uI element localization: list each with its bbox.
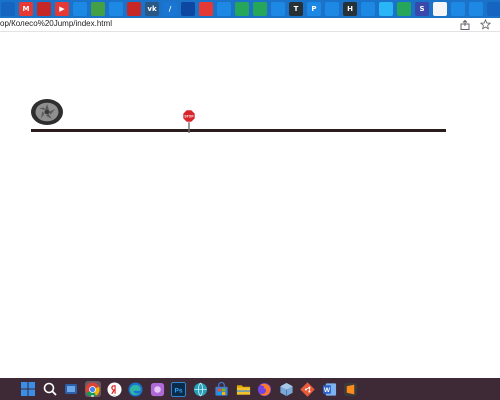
link-icon[interactable] (73, 2, 87, 16)
ground-line (31, 129, 446, 132)
chat-icon[interactable] (109, 2, 123, 16)
mail-icon[interactable]: M (19, 2, 33, 16)
sublime-icon[interactable] (343, 381, 359, 397)
red-icon[interactable] (127, 2, 141, 16)
h-icon[interactable]: H (343, 2, 357, 16)
purple-app-icon[interactable] (149, 381, 165, 397)
game-canvas[interactable]: STOP (0, 33, 500, 378)
chat-icon[interactable] (325, 2, 339, 16)
git-icon[interactable] (300, 381, 316, 397)
virtualbox-icon[interactable] (278, 381, 294, 397)
chrome-icon[interactable] (84, 381, 101, 397)
globe-app-icon[interactable] (192, 381, 208, 397)
search-icon[interactable] (42, 381, 58, 397)
store-icon[interactable] (214, 381, 230, 397)
vk-icon[interactable]: vk (145, 2, 159, 16)
svg-text:W: W (323, 387, 330, 394)
photoshop-icon[interactable]: Ps (171, 381, 187, 397)
share-icon[interactable] (460, 20, 470, 30)
text-icon[interactable]: T (289, 2, 303, 16)
settings-icon[interactable] (1, 2, 15, 16)
chat-icon[interactable] (271, 2, 285, 16)
screen: M ▶ vk / T P H S op/Колесо%20Jump/index.html (0, 0, 500, 400)
firefox-icon[interactable] (257, 381, 273, 397)
green-box-icon[interactable] (235, 2, 249, 16)
grid-icon[interactable] (487, 2, 500, 16)
globe-icon[interactable] (397, 2, 411, 16)
code-icon[interactable]: / (163, 2, 177, 16)
running-indicator (91, 395, 94, 397)
stop-sign-text: STOP (184, 115, 194, 119)
running-indicator (112, 395, 116, 397)
diamond-icon[interactable] (199, 2, 213, 16)
file-explorer-icon[interactable] (235, 381, 251, 397)
chat-icon[interactable] (217, 2, 231, 16)
earth-icon[interactable] (181, 2, 195, 16)
bookmarks-bar: M ▶ vk / T P H S (0, 0, 500, 18)
edge-icon[interactable] (128, 381, 144, 397)
chat-icon[interactable] (451, 2, 465, 16)
wheel-icon (31, 99, 63, 125)
circle-icon[interactable] (37, 2, 51, 16)
mail-icon[interactable] (433, 2, 447, 16)
green-icon[interactable] (91, 2, 105, 16)
word-icon[interactable]: W (321, 381, 337, 397)
yandex-browser-icon[interactable] (106, 381, 122, 397)
task-view-icon[interactable] (63, 381, 79, 397)
s-icon[interactable]: S (415, 2, 429, 16)
svg-text:Ps: Ps (174, 387, 182, 394)
youtube-icon[interactable]: ▶ (55, 2, 69, 16)
address-bar[interactable]: op/Колесо%20Jump/index.html (0, 18, 500, 32)
telegram-icon[interactable] (379, 2, 393, 16)
bookmark-star-icon[interactable] (480, 19, 491, 30)
chat-icon[interactable] (469, 2, 483, 16)
stop-sign-icon: STOP (182, 109, 196, 133)
windows-start-icon[interactable] (20, 381, 36, 397)
url-text[interactable]: op/Колесо%20Jump/index.html (0, 19, 112, 28)
green-box-icon[interactable] (253, 2, 267, 16)
p-icon[interactable]: P (307, 2, 321, 16)
taskbar: Ps W (0, 378, 500, 400)
chat-icon[interactable] (361, 2, 375, 16)
